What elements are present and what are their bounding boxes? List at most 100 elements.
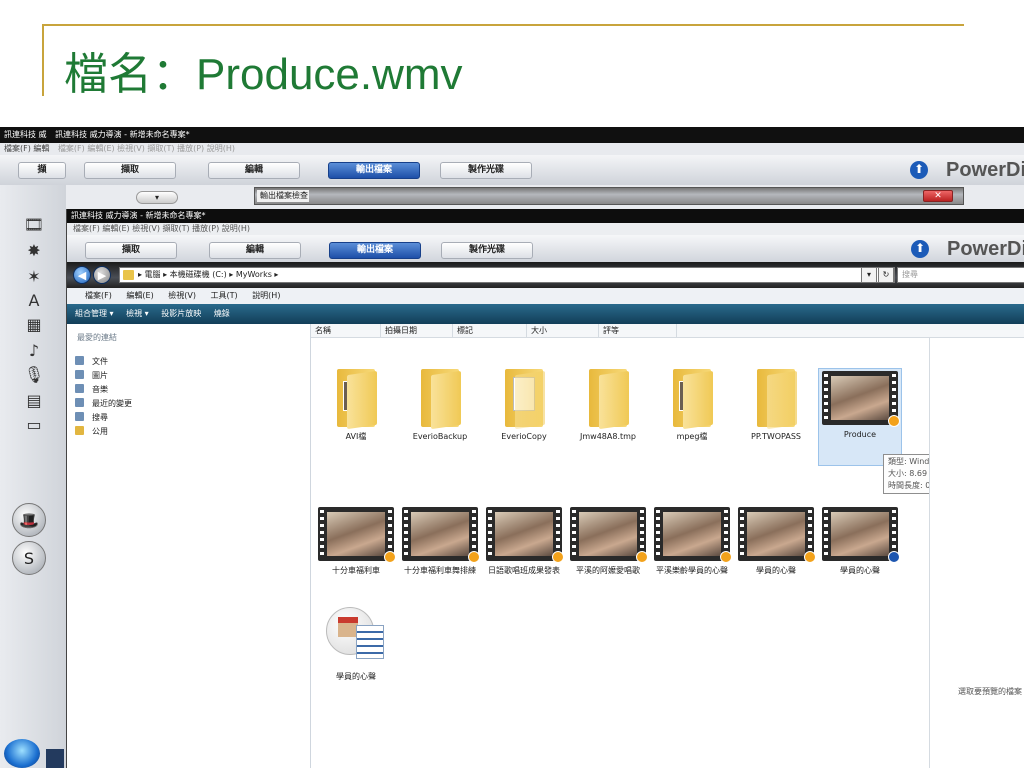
video-thumbnail-icon [402,507,480,563]
video-thumbnail-icon [738,507,816,563]
slideshow-button[interactable]: 投影片放映 [161,309,201,318]
upgrade-icon[interactable]: ⬆ [910,161,928,179]
explorer-command-bar: 組合管理 ▾ 檢視 ▾ 投影片放映 燒錄 [67,304,1024,324]
front-window-tabbar: 擷取 編輯 輸出檔案 製作光碟 ⬆ PowerDirector [67,235,1024,262]
windows-start-icon[interactable] [4,739,40,768]
back-window-title: 訊連科技 威力導演 - 新增未命名專案* [55,130,190,139]
audio-wizard-icon[interactable]: S [12,541,46,575]
address-input[interactable]: ▸ 電腦 ▸ 本機磁碟機 (C:) ▸ MyWorks ▸ [119,267,895,283]
star-icon[interactable]: ✶ [18,265,50,287]
back-menu-items[interactable]: 檔案(F) 編輯(E) 檢視(V) 擷取(T) 播放(P) 說明(H) [58,144,235,153]
nav-item-recent[interactable]: 最近的變更 [75,398,132,410]
selected-video-file[interactable]: Produce [818,368,902,466]
folder-icon [753,369,799,430]
folder-icon [669,369,715,430]
folder-menu-button[interactable]: ▾ [136,191,178,204]
column-rating[interactable]: 評等 [599,324,677,338]
tab-capture[interactable]: 擷取 [85,242,177,259]
film-icon[interactable]: 🎞 [18,213,50,235]
project-file-item[interactable]: 學員的心聲 [315,607,397,682]
folder-item[interactable]: EverioCopy [483,369,565,442]
folder-item[interactable]: EverioBackup [399,369,481,442]
front-window: 訊連科技 威力導演 - 新增未命名專案* 檔案(F) 編輯(E) 檢視(V) 擷… [66,209,1024,768]
folder-item[interactable]: PP.TWOPASS [735,369,817,442]
menu-help[interactable]: 說明(H) [252,291,280,300]
video-file-item[interactable]: 平溪樂齡學員的心聲 [651,507,733,576]
back-window-titlebar: 訊連科技 威 訊連科技 威力導演 - 新增未命名專案* [0,127,1024,143]
video-file-item[interactable]: 日語歌唱班成果發表 [483,507,565,576]
back-arrow-icon[interactable]: ◀ [73,266,91,284]
column-date-taken[interactable]: 拍攝日期 [381,324,453,338]
taskbar [46,749,64,768]
recent-icon [75,398,84,407]
menu-tools[interactable]: 工具(T) [211,291,238,300]
front-upgrade-icon[interactable]: ⬆ [911,240,929,258]
music-folder-icon [75,384,84,393]
back-menu-prefix: 檔案(F) 編輯 [4,144,50,153]
column-tags[interactable]: 標記 [453,324,527,338]
folder-icon [585,369,631,430]
folder-icon [501,369,547,430]
menu-file[interactable]: 檔案(F) [85,291,112,300]
menu-view[interactable]: 檢視(V) [168,291,196,300]
video-file-item[interactable]: 十分車福利車舞排練 [399,507,481,576]
nav-item-public[interactable]: 公用 [75,426,108,438]
refresh-icon[interactable]: ↻ [878,267,894,283]
column-name[interactable]: 名稱 [311,324,381,338]
folder-item[interactable]: AVI檔 [315,369,397,442]
timeline-icon[interactable]: ▤ [18,389,50,411]
favorite-links-heading: 最愛的連結 [77,333,117,342]
movie-project-icon [326,607,386,667]
back-tab-edit[interactable]: 編輯 [208,162,300,179]
text-icon[interactable]: A [18,289,50,311]
tab-disc[interactable]: 製作光碟 [441,242,533,259]
video-file-item[interactable]: 十分車福利車 [315,507,397,576]
video-thumbnail-icon [570,507,648,563]
nav-item-search[interactable]: 搜尋 [75,412,108,424]
column-size[interactable]: 大小 [527,324,599,338]
views-button[interactable]: 檢視 ▾ [126,309,149,318]
organize-button[interactable]: 組合管理 ▾ [75,309,114,318]
forward-arrow-icon[interactable]: ▶ [93,266,111,284]
mic-icon[interactable]: 🎙 [18,363,50,385]
burn-button[interactable]: 燒錄 [214,309,230,318]
video-file-item[interactable]: 平溪的阿嬤愛唱歌 [567,507,649,576]
search-icon [75,412,84,421]
back-window-tabbar: 擷 擷取 編輯 輸出檔案 製作光碟 ⬆ PowerDirector [0,155,1024,185]
back-tab-produce[interactable]: 輸出檔案 [328,162,420,179]
video-thumbnail-icon [486,507,564,563]
tab-produce[interactable]: 輸出檔案 [329,242,421,259]
clapper-icon[interactable]: ▦ [18,313,50,335]
screenshot: 訊連科技 威 訊連科技 威力導演 - 新增未命名專案* 檔案(F) 編輯 檔案(… [0,127,1024,768]
front-window-menubar[interactable]: 檔案(F) 編輯(E) 檢視(V) 擷取(T) 播放(P) 說明(H) [67,223,1024,235]
tab-edit[interactable]: 編輯 [209,242,301,259]
folder-icon [417,369,463,430]
dialog-close-button[interactable]: ✕ [923,190,953,202]
left-toolbar: 🎞 ✸ ✶ A ▦ ♪ 🎙 ▤ ▭ 🎩 S [0,185,66,768]
nav-item-pictures[interactable]: 圖片 [75,370,108,382]
video-file-item[interactable]: 學員的心聲 [819,507,901,576]
folder-icon [123,270,134,280]
address-dropdown-icon[interactable]: ▾ [861,267,877,283]
magic-hat-icon[interactable]: 🎩 [12,503,46,537]
nav-item-music[interactable]: 音樂 [75,384,108,396]
search-input[interactable]: 搜尋 [897,267,1024,283]
back-tab-capture-stub[interactable]: 擷 [18,162,66,179]
menu-edit[interactable]: 編輯(E) [126,291,153,300]
front-brand-logo: PowerDirector [947,238,1024,260]
preview-hint: 選取要預覽的檔案 [958,687,1022,696]
burst-icon[interactable]: ✸ [18,239,50,261]
back-tab-disc[interactable]: 製作光碟 [440,162,532,179]
slide-accent-rule [44,24,964,26]
slot-icon[interactable]: ▭ [18,413,50,435]
music-icon[interactable]: ♪ [18,339,50,361]
explorer-address-bar: ◀ ▶ ▸ 電腦 ▸ 本機磁碟機 (C:) ▸ MyWorks ▸ ▾ ↻ 搜尋 [67,262,1024,288]
back-tab-capture[interactable]: 擷取 [84,162,176,179]
documents-icon [75,356,84,365]
folder-item[interactable]: mpeg檔 [651,369,733,442]
video-file-item[interactable]: 學員的心聲 [735,507,817,576]
produce-dialog-titlebar: 輸出檔案檢查 ✕ [254,187,964,205]
pictures-icon [75,370,84,379]
folder-item[interactable]: Jmw48A8.tmp [567,369,649,442]
nav-item-documents[interactable]: 文件 [75,356,108,368]
